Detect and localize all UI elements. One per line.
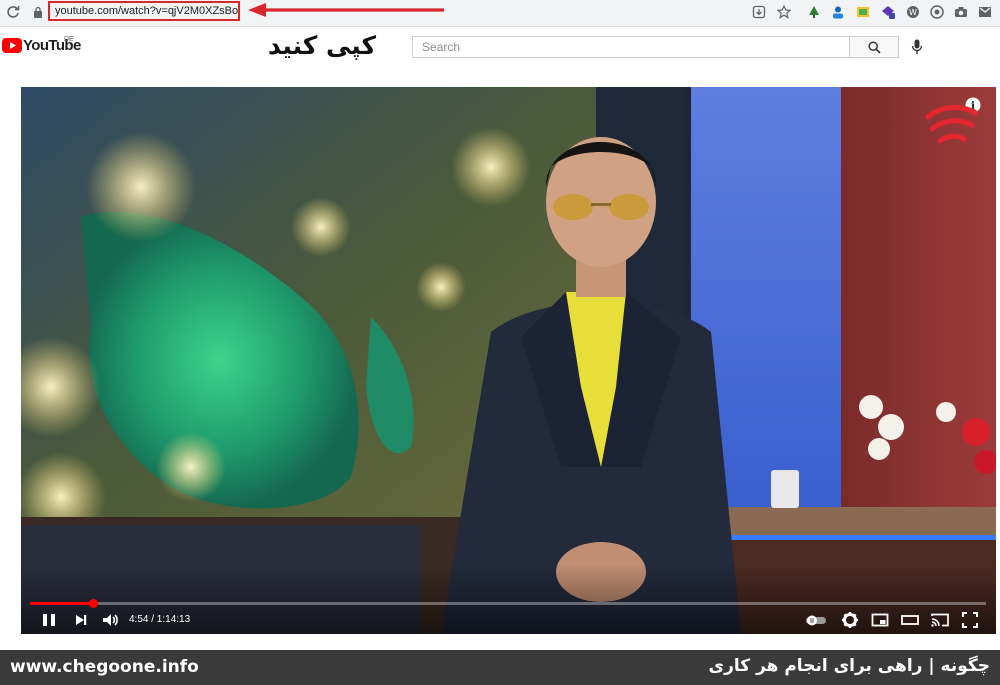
miniplayer-icon[interactable] — [870, 610, 890, 630]
search-input[interactable] — [412, 36, 850, 58]
extension-tree-icon[interactable] — [807, 5, 821, 19]
pause-icon[interactable] — [39, 610, 59, 630]
youtube-logo-icon[interactable] — [2, 38, 22, 53]
extension-puzzle-icon[interactable] — [881, 5, 895, 19]
site-tagline: چگونه | راهی برای انجام هر کاری — [708, 656, 990, 676]
settings-gear-icon[interactable] — [840, 610, 860, 630]
time-display: 4:54 / 1:14:13 — [129, 614, 191, 625]
lock-icon[interactable] — [33, 6, 43, 18]
arrow-icon — [248, 3, 444, 17]
video-frame — [21, 87, 996, 634]
address-bar-url[interactable]: youtube.com/watch?v=qjV2M0XZsBo — [55, 5, 238, 17]
volume-icon[interactable] — [100, 610, 120, 630]
progress-played — [30, 602, 94, 605]
bookmark-star-icon[interactable] — [777, 5, 791, 19]
autoplay-toggle[interactable] — [804, 610, 828, 630]
fullscreen-icon[interactable] — [960, 610, 980, 630]
copy-instruction-label: کپی کنید — [267, 31, 377, 60]
extension-image-icon[interactable] — [856, 5, 870, 19]
search-button[interactable] — [849, 36, 899, 58]
reload-icon[interactable] — [5, 4, 21, 20]
extension-person-icon[interactable] — [831, 5, 845, 19]
site-url-text: www.chegoone.info — [10, 657, 199, 677]
site-footer-banner: www.chegoone.info چگونه | راهی برای انجا… — [0, 650, 1000, 685]
address-bar-highlight[interactable]: youtube.com/watch?v=qjV2M0XZsBo — [48, 1, 240, 21]
download-icon[interactable] — [752, 5, 766, 19]
progress-bar[interactable] — [30, 599, 986, 608]
wordpress-icon[interactable]: W — [906, 5, 920, 19]
youtube-masthead: YouTube DE کپی کنید — [0, 27, 1000, 69]
extension-circle-icon[interactable] — [930, 5, 944, 19]
svg-text:W: W — [909, 8, 917, 17]
gmail-icon[interactable] — [978, 5, 992, 19]
camera-icon[interactable] — [954, 5, 968, 19]
channel-logo-icon — [925, 105, 979, 144]
country-code: DE — [64, 36, 74, 43]
microphone-icon[interactable] — [911, 39, 923, 55]
browser-toolbar: youtube.com/watch?v=qjV2M0XZsBo W — [0, 0, 1000, 27]
next-icon[interactable] — [71, 610, 91, 630]
search-icon — [868, 41, 881, 54]
theater-mode-icon[interactable] — [900, 610, 920, 630]
cast-icon[interactable] — [930, 610, 950, 630]
video-player[interactable]: i 4:54 / 1:14:13 — [21, 87, 996, 634]
